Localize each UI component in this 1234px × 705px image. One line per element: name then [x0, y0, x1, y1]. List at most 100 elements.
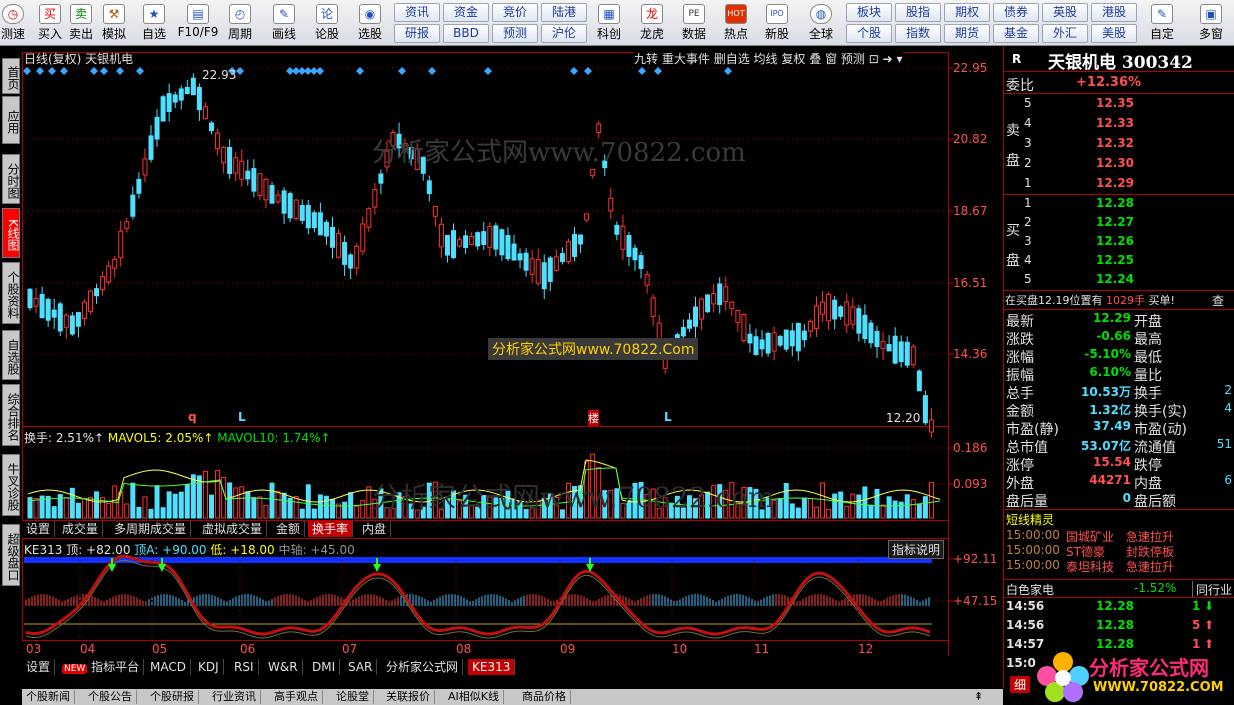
ind-tab-kdj[interactable]: KDJ [194, 659, 224, 675]
tab-kline[interactable]: K线图 [2, 208, 20, 258]
ind-tab-sar[interactable]: SAR [344, 659, 378, 675]
tab-ranking[interactable]: 综合排名 [2, 384, 20, 446]
futures-button[interactable]: 期货 [944, 24, 990, 43]
news-button[interactable]: 资讯 [394, 3, 440, 22]
info-tab-forum[interactable]: 论股堂 [332, 690, 374, 704]
info-tab-report[interactable]: 个股研报 [146, 690, 199, 704]
sell-price[interactable]: 12.29 [1096, 176, 1134, 190]
ind-tab-dmi[interactable]: DMI [308, 659, 341, 675]
sh-london-button[interactable]: 沪伦 [541, 24, 587, 43]
sprite-stock[interactable]: 泰坦科技 [1066, 558, 1114, 575]
kline-chart-area[interactable]: 日线(复权) 天银机电 九转 重大事件 删自选 均线 复权 叠 窗 预测 ⊡ ➜… [22, 46, 1003, 689]
menu-overlay[interactable]: 叠 [809, 52, 821, 66]
global-button[interactable]: ◍ 全球 [804, 0, 838, 46]
buy-button[interactable]: 买买入 [36, 0, 64, 46]
ind-tab-ke313[interactable]: KE313 [468, 659, 516, 675]
tab-watchlist[interactable]: 自选股 [2, 330, 20, 380]
info-tab-news[interactable]: 个股新闻 [22, 690, 75, 704]
select-stock-button[interactable]: ◉ 选股 [352, 0, 388, 46]
buy-price[interactable]: 12.28 [1096, 196, 1134, 210]
draw-line-button[interactable]: ✎ 画线 [266, 0, 302, 46]
buy-price[interactable]: 12.26 [1096, 234, 1134, 248]
tab-stock-profile[interactable]: 个股资料 [2, 262, 20, 324]
customize-button[interactable]: ✎ 自定 [1146, 0, 1178, 46]
simulate-button[interactable]: ⚒ 模拟 [98, 0, 130, 46]
ipo-button[interactable]: IPO 新股 [760, 0, 794, 46]
menu-window[interactable]: 窗 [825, 52, 837, 66]
hk-connect-button[interactable]: 陆港 [541, 3, 587, 22]
sector-button[interactable]: 板块 [846, 3, 892, 22]
discuss-button[interactable]: 论论股 [310, 0, 344, 46]
forecast-button[interactable]: 预测 [492, 24, 538, 43]
arrow-right-icon[interactable]: ➜ [883, 52, 893, 66]
dragon-tiger-button[interactable]: 龙龙虎 [634, 0, 670, 46]
vol-tab-multiperiod[interactable]: 多周期成交量 [110, 521, 192, 537]
research-button[interactable]: 研报 [394, 24, 440, 43]
f10-button[interactable]: ▤ F10/F9 [176, 0, 220, 46]
indicator-explain-button[interactable]: 指标说明 [888, 540, 945, 559]
tab-super-level[interactable]: 超级盘口 [2, 524, 20, 586]
multi-window-button[interactable]: ▣ 多窗 [1194, 0, 1228, 46]
funds-button[interactable]: 基金 [993, 24, 1039, 43]
favorites-button[interactable]: ★ 自选 [136, 0, 172, 46]
sell-price[interactable]: 12.33 [1096, 116, 1134, 130]
info-tab-experts[interactable]: 高手观点 [270, 690, 323, 704]
query-link[interactable]: 查 [1212, 292, 1224, 309]
ind-tab-wr[interactable]: W&R [264, 659, 303, 675]
tab-apps[interactable]: 应用 [2, 96, 20, 144]
capital-button[interactable]: 资金 [443, 3, 489, 22]
ind-tab-fxj[interactable]: 分析家公式网 [382, 659, 464, 675]
menu-adjust[interactable]: 复权 [781, 52, 805, 66]
menu-ma[interactable]: 均线 [754, 52, 778, 66]
auction-button[interactable]: 竞价 [492, 3, 538, 22]
info-tab-commodity[interactable]: 商品价格 [518, 690, 571, 704]
stock-index-button[interactable]: 股指 [895, 3, 941, 22]
individual-stock-button[interactable]: 个股 [846, 24, 892, 43]
options-button[interactable]: 期权 [944, 3, 990, 22]
kechuang-button[interactable]: ▦ 科创 [592, 0, 626, 46]
detail-tab[interactable]: 细 [1010, 676, 1031, 693]
lock-icon[interactable]: ⊡ [869, 52, 879, 66]
hot-button[interactable]: HOT 热点 [718, 0, 754, 46]
vol-tab-inner[interactable]: 内盘 [358, 521, 392, 537]
menu-remove-watch[interactable]: 删自选 [714, 52, 750, 66]
period-button[interactable]: ◴ 周期 [222, 0, 258, 46]
vol-tab-settings[interactable]: 设置 [22, 521, 56, 537]
collapse-icon[interactable]: ⇞ [970, 690, 987, 704]
buy-price[interactable]: 12.25 [1096, 253, 1134, 267]
menu-events[interactable]: 重大事件 [662, 52, 710, 66]
index-button[interactable]: 指数 [895, 24, 941, 43]
uk-stocks-button[interactable]: 英股 [1042, 3, 1088, 22]
bonds-button[interactable]: 债券 [993, 3, 1039, 22]
dropdown-icon[interactable]: ▾ [897, 52, 903, 66]
ind-tab-rsi[interactable]: RSI [230, 659, 259, 675]
info-tab-related[interactable]: 关联报价 [382, 690, 435, 704]
info-tab-announce[interactable]: 个股公告 [84, 690, 137, 704]
tab-diagnosis[interactable]: 牛叉诊股 [2, 454, 20, 516]
ind-tab-settings[interactable]: 设置 [22, 659, 56, 675]
buy-price[interactable]: 12.24 [1096, 272, 1134, 286]
ind-tab-platform[interactable]: NEW 指标平台 [58, 659, 145, 675]
info-tab-industry[interactable]: 行业资讯 [208, 690, 261, 704]
speedtest-button[interactable]: ◷ 测速 [0, 0, 26, 46]
vol-tab-turnover[interactable]: 换手率 [308, 521, 354, 537]
tab-intraday[interactable]: 分时图 [2, 154, 20, 204]
sell-price[interactable]: 12.32 [1096, 136, 1134, 150]
bbd-button[interactable]: BBD [443, 24, 489, 43]
same-industry-tab[interactable]: 同行业 [1192, 581, 1232, 598]
info-tab-ai[interactable]: AI相似K线 [444, 690, 504, 704]
hk-stocks-button[interactable]: 港股 [1091, 3, 1137, 22]
menu-jiuzhuan[interactable]: 九转 [634, 52, 658, 66]
ind-tab-macd[interactable]: MACD [146, 659, 191, 675]
buy-price[interactable]: 12.27 [1096, 215, 1134, 229]
sell-button[interactable]: 卖卖出 [66, 0, 96, 46]
tab-home[interactable]: 首页 [2, 58, 20, 94]
sell-price[interactable]: 12.30 [1096, 156, 1134, 170]
vol-tab-virtual[interactable]: 虚拟成交量 [198, 521, 268, 537]
sell-price[interactable]: 12.35 [1096, 96, 1134, 110]
vol-tab-amount[interactable]: 金额 [272, 521, 306, 537]
data-button[interactable]: PE 数据 [676, 0, 712, 46]
forex-button[interactable]: 外汇 [1042, 24, 1088, 43]
menu-predict[interactable]: 预测 [841, 52, 865, 66]
vol-tab-volume[interactable]: 成交量 [58, 521, 104, 537]
